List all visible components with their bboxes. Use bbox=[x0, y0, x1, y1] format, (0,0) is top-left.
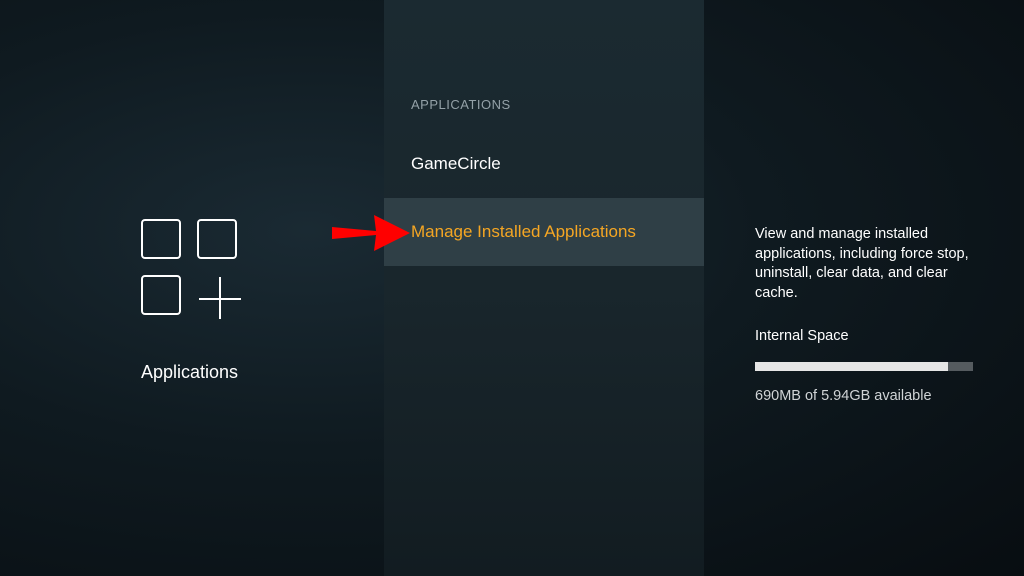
storage-progress-fill bbox=[755, 362, 949, 371]
menu-item-gamecircle[interactable]: GameCircle bbox=[384, 130, 704, 198]
red-arrow-shape bbox=[332, 215, 410, 251]
details-panel: View and manage installed applications, … bbox=[704, 0, 1024, 576]
storage-available-text: 690MB of 5.94GB available bbox=[755, 388, 932, 404]
category-title: Applications bbox=[141, 362, 239, 382]
item-description: View and manage installed applications, … bbox=[755, 226, 969, 301]
red-arrow-icon bbox=[332, 215, 410, 251]
storage-progress-bar bbox=[755, 362, 973, 371]
apps-grid-plus-icon bbox=[141, 219, 243, 321]
grid-square-icon bbox=[141, 219, 181, 259]
plus-icon bbox=[199, 277, 243, 321]
storage-label: Internal Space bbox=[755, 328, 849, 344]
category-panel: Applications bbox=[0, 0, 384, 576]
menu-panel: APPLICATIONS GameCircle Manage Installed… bbox=[384, 0, 704, 576]
menu-item-manage-installed-applications[interactable]: Manage Installed Applications bbox=[384, 198, 704, 266]
settings-screen: Applications APPLICATIONS GameCircle Man… bbox=[0, 0, 1024, 576]
grid-square-icon bbox=[197, 219, 237, 259]
section-header: APPLICATIONS bbox=[411, 97, 511, 112]
grid-square-icon bbox=[141, 275, 181, 315]
